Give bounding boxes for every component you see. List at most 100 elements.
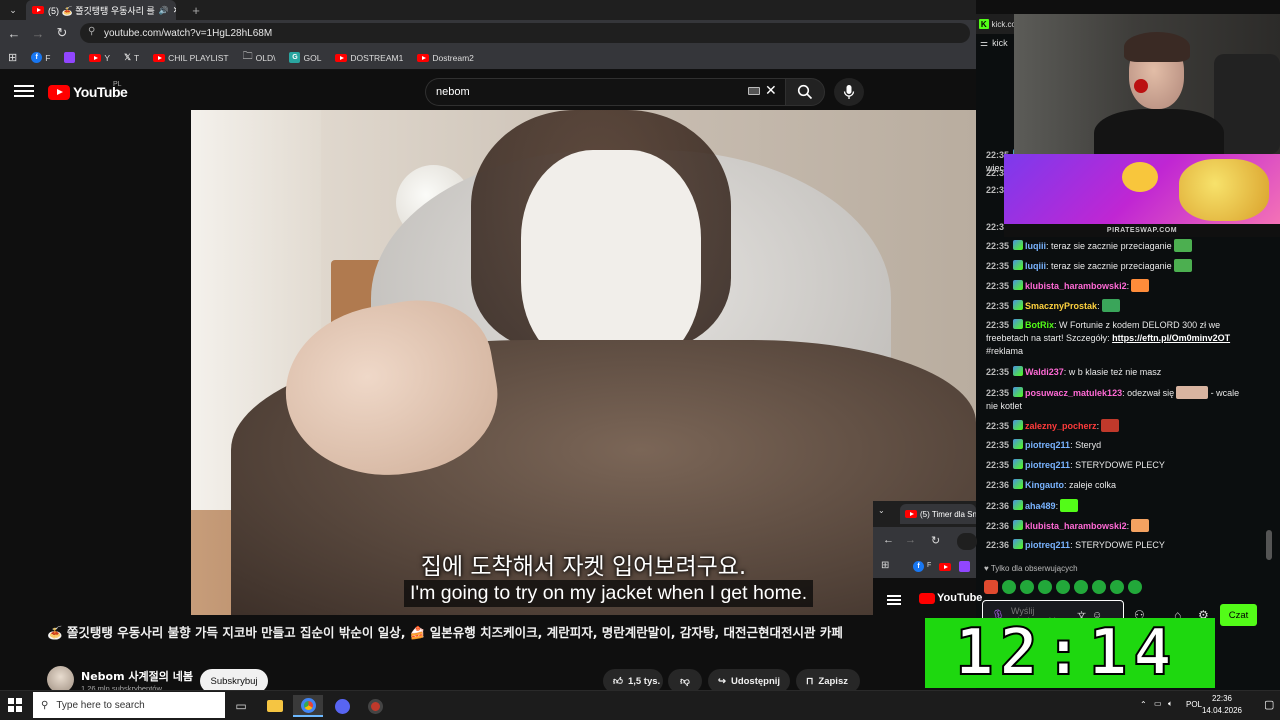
user-badge-icon	[1013, 366, 1024, 376]
chat-username[interactable]: luqiii	[1025, 241, 1046, 251]
tab-close-icon[interactable]: ✕	[173, 5, 176, 16]
address-bar[interactable]	[957, 533, 977, 550]
youtube-logo[interactable]: YouTube	[919, 592, 982, 604]
keyboard-icon[interactable]	[748, 87, 760, 95]
emote[interactable]	[984, 580, 998, 594]
chat-link[interactable]: https://eftn.pl/Om0minv2OT	[1112, 333, 1230, 343]
kick-site-settings[interactable]: ⚌ kick	[980, 38, 1016, 49]
new-tab-button[interactable]: +	[188, 1, 204, 19]
heart-icon: ♥	[984, 564, 989, 573]
back-button[interactable]: ←	[4, 23, 24, 43]
chat-timestamp: 22:3	[986, 185, 1005, 195]
network-icon[interactable]: ▭	[1154, 699, 1162, 708]
chrome-taskbar-icon-2[interactable]	[360, 695, 390, 717]
chat-emote	[1131, 279, 1150, 292]
chat-username[interactable]: klubista_harambowski2	[1025, 521, 1127, 531]
chat-username[interactable]: zalezny_pocherz	[1025, 421, 1097, 431]
search-input[interactable]: nebom	[425, 78, 785, 106]
back-button[interactable]: ←	[883, 534, 894, 546]
bookmark-chil-playlist[interactable]: CHIL PLAYLIST	[153, 53, 229, 63]
chat-username[interactable]: piotreq211	[1025, 540, 1070, 550]
reload-button[interactable]: ↻	[931, 534, 940, 547]
facebook-icon[interactable]: f	[913, 561, 924, 572]
channel-name[interactable]: Nebom 사계절의 네봄	[81, 668, 193, 684]
emote[interactable]	[1038, 580, 1052, 594]
twitch-icon[interactable]	[959, 561, 970, 572]
chat-username[interactable]: aha489	[1025, 501, 1056, 511]
bookmark-old-folder[interactable]: 🗀 OLD\	[243, 49, 276, 66]
chat-username[interactable]: piotreq211	[1025, 440, 1070, 450]
taskbar-search-input[interactable]: ⚲ Type here to search	[33, 692, 225, 718]
bookmark-twitch[interactable]	[64, 52, 76, 63]
chat-username[interactable]: posuwacz_matulek123	[1025, 388, 1122, 398]
video-player[interactable]: 집에 도착해서 자켓 입어보려구요. I'm going to try on m…	[191, 110, 976, 615]
kick-favicon-icon: K	[979, 19, 989, 29]
bookmark-youtube[interactable]: Y	[89, 53, 110, 63]
channel-avatar[interactable]	[47, 666, 74, 693]
taskbar-clock[interactable]: 22:36 14.04.2026	[1200, 693, 1244, 717]
chat-text: :	[1055, 501, 1059, 511]
thumbs-down-icon: 👎︎	[680, 676, 690, 687]
menu-icon[interactable]	[887, 593, 901, 607]
emote[interactable]	[1092, 580, 1106, 594]
discord-like-taskbar-icon[interactable]	[327, 695, 357, 717]
youtube-favicon-icon	[905, 510, 917, 518]
address-bar[interactable]: youtube.com/watch?v=1HgL28hL68M	[80, 23, 970, 43]
apps-grid-icon[interactable]: ⊞	[8, 51, 17, 64]
youtube-icon[interactable]	[939, 563, 951, 571]
bookmark-dostream2[interactable]: Dostream2	[417, 53, 474, 63]
voice-search-button[interactable]	[834, 78, 864, 106]
ad-footer[interactable]: PIRATESWAP.COM	[1004, 224, 1280, 237]
send-chat-button[interactable]: Czat	[1220, 604, 1257, 626]
chat-username[interactable]: Kingauto	[1025, 480, 1064, 490]
search-button[interactable]	[785, 78, 825, 106]
chat-username[interactable]: BotRix	[1025, 320, 1054, 330]
tab-search-chevron-icon[interactable]: ⌄	[4, 2, 22, 18]
chat-scrollbar[interactable]	[1266, 530, 1272, 560]
site-info-icon[interactable]: ⚲	[88, 26, 95, 37]
task-view-icon[interactable]: ▭	[226, 695, 256, 717]
volume-icon[interactable]: 🔈︎	[1168, 699, 1173, 709]
forward-button[interactable]: →	[28, 23, 48, 43]
user-badge-icon	[1013, 387, 1024, 397]
chat-username[interactable]: piotreq211	[1025, 460, 1070, 470]
tab-title: (5) 🍝 쫄깃탱탱 우동사리 를	[48, 5, 155, 16]
secondary-tab[interactable]: (5) Timer dla Sn	[900, 504, 976, 524]
user-badge-icon	[1013, 319, 1024, 329]
emote[interactable]	[1074, 580, 1088, 594]
emote[interactable]	[1020, 580, 1034, 594]
browser-tab-active[interactable]: (5) 🍝 쫄깃탱탱 우동사리 를 🔊 ✕	[26, 0, 176, 20]
apps-grid-icon[interactable]: ⊞	[881, 560, 889, 571]
clear-search-icon[interactable]: ✕	[765, 82, 777, 99]
bookmark-dostream1[interactable]: DOSTREAM1	[335, 53, 403, 63]
timer-video[interactable]: 12:14	[925, 618, 1215, 688]
chat-username[interactable]: Waldi237	[1025, 367, 1064, 377]
notifications-icon[interactable]: ▢	[1264, 698, 1274, 711]
followers-only-notice: ♥ Tylko dla obserwujących	[984, 564, 1078, 573]
chrome-taskbar-icon[interactable]	[293, 695, 323, 717]
emote[interactable]	[1056, 580, 1070, 594]
mascot-image	[1179, 159, 1269, 221]
tray-overflow-icon[interactable]: ⌃	[1140, 700, 1147, 709]
emote[interactable]	[1002, 580, 1016, 594]
tab-audio-icon[interactable]: 🔊	[159, 6, 169, 15]
chat-timestamp: 22:3	[986, 222, 1005, 232]
bookmark-gol[interactable]: G GOL	[289, 52, 321, 63]
bookmark-facebook[interactable]: fF	[31, 52, 50, 63]
emote[interactable]	[1128, 580, 1142, 594]
ad-banner[interactable]	[1004, 154, 1280, 224]
emote[interactable]	[1110, 580, 1124, 594]
file-explorer-icon[interactable]	[260, 695, 290, 717]
quick-emotes[interactable]	[984, 580, 1142, 594]
chat-username[interactable]: luqiii	[1025, 261, 1046, 271]
reload-button[interactable]: ↻	[52, 23, 72, 43]
kick-tab[interactable]: K kick.co	[976, 14, 1016, 34]
user-badge-icon	[1013, 479, 1024, 489]
chat-username[interactable]: klubista_harambowski2	[1025, 281, 1127, 291]
chat-username[interactable]: SmacznyProstak	[1025, 301, 1097, 311]
menu-icon[interactable]	[14, 82, 34, 100]
windows-start-icon[interactable]	[8, 698, 22, 712]
bookmark-x[interactable]: 𝕏T	[124, 52, 139, 63]
forward-button[interactable]: →	[905, 534, 916, 546]
tab-search-chevron-icon[interactable]: ⌄	[878, 506, 885, 515]
